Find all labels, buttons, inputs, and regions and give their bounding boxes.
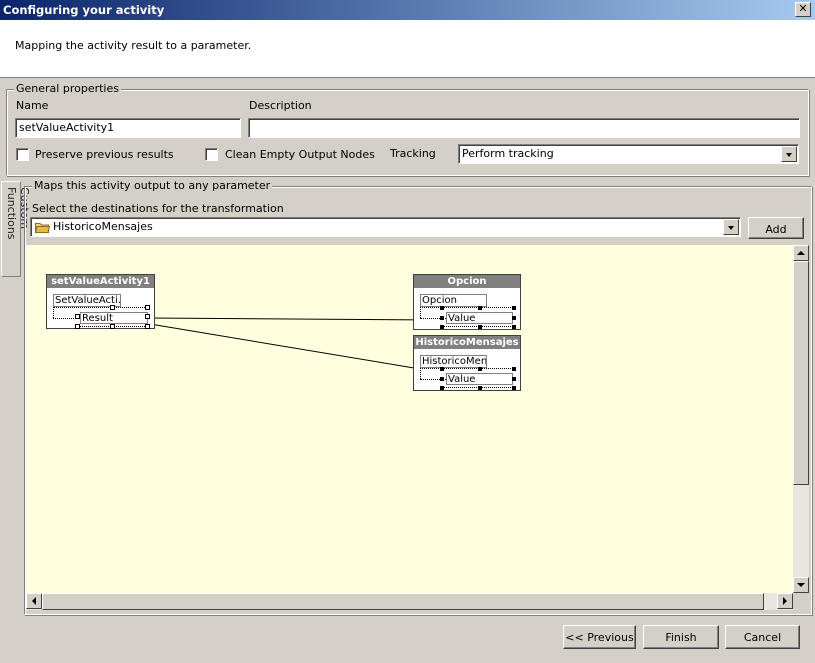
close-icon: ✕: [798, 2, 808, 15]
source-result-field[interactable]: Result: [80, 312, 148, 324]
target-node-title: HistoricoMensajes: [414, 336, 520, 349]
tracking-select[interactable]: Perform tracking: [458, 144, 799, 164]
window-title: Configuring your activity: [3, 3, 165, 17]
scroll-down-button[interactable]: [793, 577, 809, 593]
source-node[interactable]: setValueActivity1 SetValueActi... Result: [46, 274, 155, 329]
scroll-up-button[interactable]: [793, 245, 809, 261]
chevron-down-icon[interactable]: [723, 219, 739, 235]
target-node-opcion[interactable]: Opcion Opcion Value: [413, 274, 521, 330]
preserve-results-label: Preserve previous results: [35, 148, 174, 161]
clean-empty-nodes-checkbox[interactable]: [205, 148, 218, 161]
source-node-title: setValueActivity1: [47, 275, 154, 288]
vertical-scrollbar[interactable]: [793, 245, 809, 593]
arrow-up-icon: [797, 251, 805, 255]
folder-icon: [35, 223, 50, 233]
previous-button[interactable]: << Previous: [563, 625, 636, 649]
custom-functions-tab[interactable]: Custom Functions: [1, 181, 31, 277]
header-subtitle: Mapping the activity result to a paramet…: [15, 39, 252, 52]
name-input[interactable]: setValueActivity1: [15, 118, 241, 138]
target-node-historico[interactable]: HistoricoMensajes HistoricoMen... Value: [413, 335, 521, 391]
scroll-left-button[interactable]: [26, 593, 42, 609]
finish-button[interactable]: Finish: [643, 625, 719, 649]
close-button[interactable]: ✕: [795, 2, 811, 17]
clean-empty-nodes-label: Clean Empty Output Nodes: [225, 148, 375, 161]
title-bar: Configuring your activity: [0, 0, 815, 20]
destination-select[interactable]: HistoricoMensajes: [30, 217, 741, 237]
cancel-button[interactable]: Cancel: [725, 625, 800, 649]
header-panel: Mapping the activity result to a paramet…: [0, 20, 815, 78]
horizontal-scroll-thumb[interactable]: [42, 593, 764, 610]
preserve-results-checkbox[interactable]: [16, 148, 29, 161]
select-destinations-label: Select the destinations for the transfor…: [32, 202, 284, 215]
arrow-right-icon: [783, 597, 787, 605]
arrow-down-icon: [797, 583, 805, 587]
chevron-down-icon[interactable]: [781, 146, 797, 162]
horizontal-scrollbar[interactable]: [26, 593, 793, 610]
target-field[interactable]: Opcion: [420, 294, 487, 307]
add-button[interactable]: Add: [748, 217, 804, 239]
description-input[interactable]: [248, 118, 800, 138]
arrow-left-icon: [32, 597, 36, 605]
target-field[interactable]: HistoricoMen...: [420, 355, 487, 368]
mapping-canvas[interactable]: setValueActivity1 SetValueActi... Result…: [26, 245, 794, 593]
description-label: Description: [249, 99, 312, 112]
tracking-value: Perform tracking: [462, 147, 554, 160]
general-properties-legend: General properties: [14, 82, 121, 95]
name-label: Name: [16, 99, 49, 112]
tracking-label: Tracking: [390, 147, 436, 160]
destination-value: HistoricoMensajes: [53, 220, 153, 233]
vertical-scroll-thumb[interactable]: [793, 261, 809, 485]
target-node-title: Opcion: [414, 275, 520, 288]
target-value-field[interactable]: Value: [446, 373, 513, 385]
mapping-legend: Maps this activity output to any paramet…: [32, 179, 273, 192]
scroll-right-button[interactable]: [777, 593, 793, 609]
target-value-field[interactable]: Value: [446, 312, 513, 324]
